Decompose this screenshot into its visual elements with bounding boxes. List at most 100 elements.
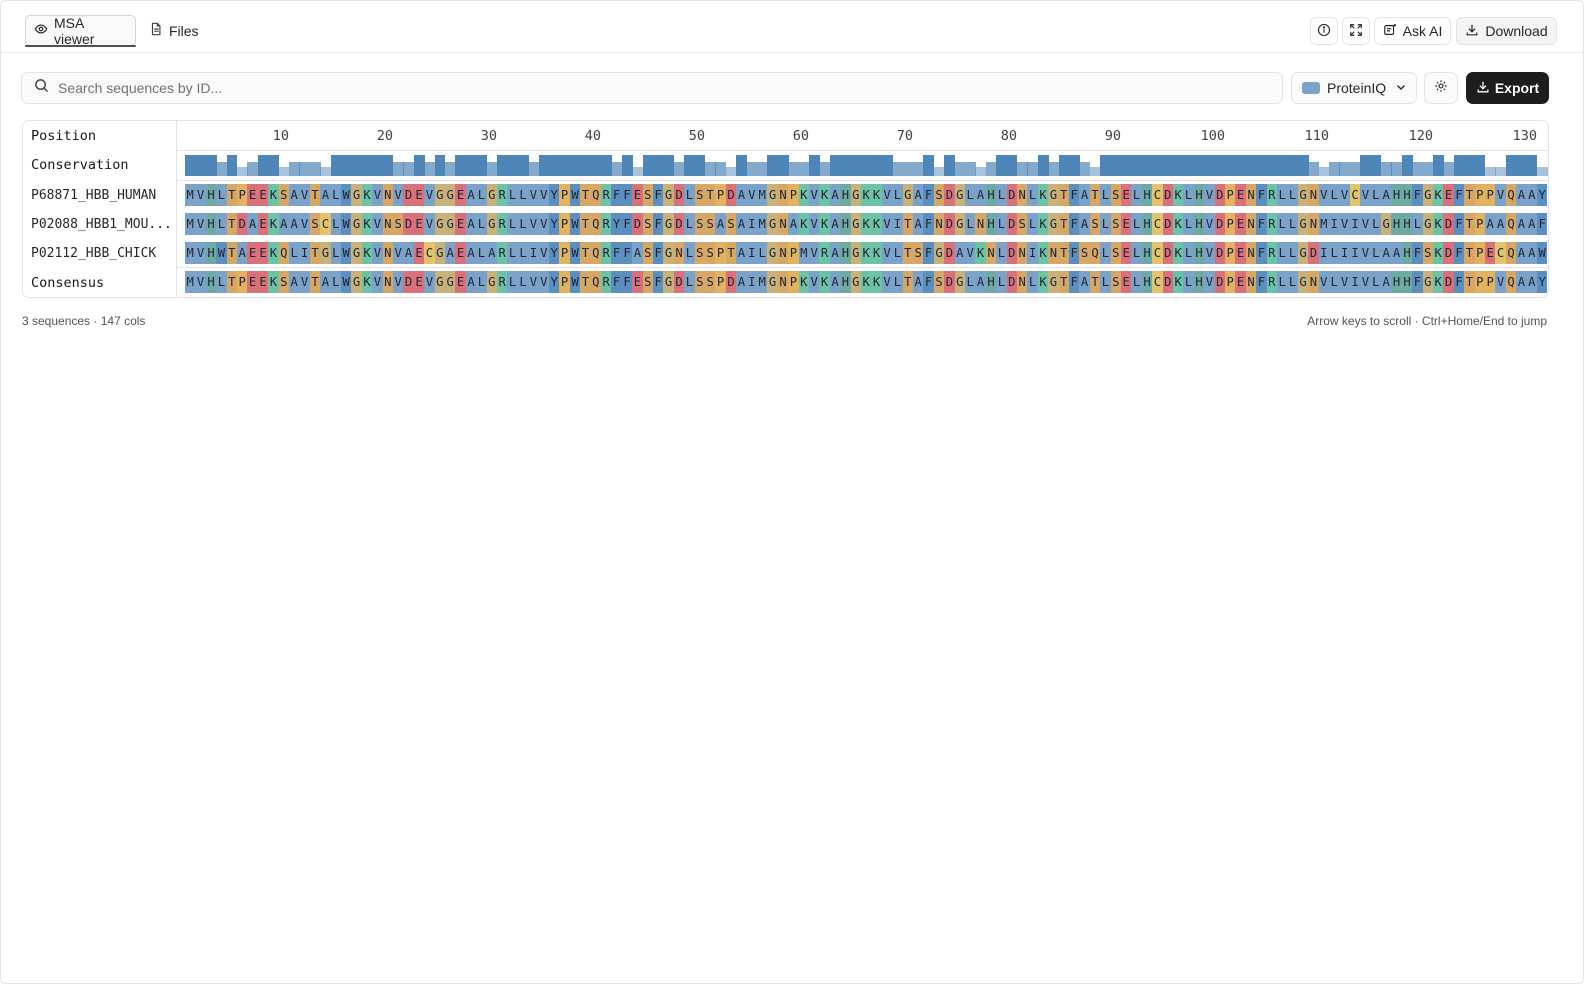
residue-cell[interactable]: G [902, 184, 913, 206]
residue-cell[interactable]: K [268, 213, 279, 235]
residue-cell[interactable]: G [445, 271, 456, 293]
residue-cell[interactable]: F [611, 242, 622, 264]
residue-cell[interactable]: A [403, 242, 414, 264]
residue-cell[interactable]: R [1266, 184, 1277, 206]
residue-cell[interactable]: L [892, 242, 903, 264]
residue-cell[interactable]: V [424, 213, 435, 235]
residue-cell[interactable]: G [434, 271, 445, 293]
residue-cell[interactable]: A [1526, 184, 1537, 206]
residue-cell[interactable]: H [840, 242, 851, 264]
residue-cell[interactable]: F [1412, 271, 1423, 293]
residue-cell[interactable]: I [746, 271, 757, 293]
residue-cell[interactable]: I [1329, 213, 1340, 235]
residue-cell[interactable]: N [382, 184, 393, 206]
residue-cell[interactable]: T [226, 184, 237, 206]
residue-cell[interactable]: L [476, 213, 487, 235]
residue-cell[interactable]: G [1297, 271, 1309, 293]
residue-cell[interactable]: S [393, 213, 404, 235]
residue-cell[interactable]: K [268, 271, 279, 293]
residue-cell[interactable]: I [1349, 271, 1361, 293]
residue-cell[interactable]: L [1183, 184, 1194, 206]
residue-cell[interactable]: T [1464, 184, 1475, 206]
residue-cell[interactable]: G [1297, 213, 1309, 235]
residue-cell[interactable]: S [933, 184, 945, 206]
residue-cell[interactable]: F [621, 242, 633, 264]
residue-cell[interactable]: V [299, 213, 310, 235]
residue-cell[interactable]: S [642, 271, 653, 293]
residue-cell[interactable]: F [1256, 242, 1267, 264]
residue-cell[interactable]: P [715, 271, 726, 293]
residue-cell[interactable]: H [1193, 213, 1205, 235]
residue-cell[interactable]: V [1204, 213, 1215, 235]
residue-cell[interactable]: T [580, 242, 591, 264]
residue-cell[interactable]: A [736, 271, 747, 293]
residue-cell[interactable]: C [1152, 242, 1163, 264]
residue-cell[interactable]: T [1058, 271, 1069, 293]
residue-cell[interactable]: P [559, 184, 570, 206]
residue-cell[interactable]: A [486, 242, 497, 264]
residue-cell[interactable]: G [954, 271, 965, 293]
residue-cell[interactable]: L [517, 184, 529, 206]
sequence-id-label[interactable]: P02112_HBB_CHICK [31, 246, 171, 261]
residue-cell[interactable]: Y [549, 271, 560, 293]
residue-cell[interactable]: D [237, 213, 248, 235]
residue-cell[interactable]: P [559, 271, 570, 293]
residue-cell[interactable]: A [788, 213, 799, 235]
residue-cell[interactable]: W [216, 242, 227, 264]
residue-cell[interactable]: D [1214, 213, 1225, 235]
residue-cell[interactable]: A [913, 271, 924, 293]
residue-cell[interactable]: A [913, 213, 924, 235]
residue-cell[interactable]: G [850, 242, 861, 264]
residue-cell[interactable]: K [861, 184, 872, 206]
residue-cell[interactable]: L [1370, 213, 1381, 235]
residue-cell[interactable]: V [1339, 184, 1350, 206]
residue-cell[interactable]: L [216, 213, 227, 235]
residue-cell[interactable]: F [1069, 184, 1080, 206]
residue-cell[interactable]: T [1464, 271, 1475, 293]
residue-cell[interactable]: V [809, 184, 820, 206]
residue-cell[interactable]: F [1069, 213, 1080, 235]
residue-cell[interactable]: V [372, 242, 383, 264]
residue-cell[interactable]: P [1474, 213, 1485, 235]
residue-cell[interactable]: H [1391, 213, 1402, 235]
residue-cell[interactable]: P [1485, 184, 1496, 206]
residue-cell[interactable]: P [788, 242, 799, 264]
residue-cell[interactable]: L [996, 242, 1007, 264]
residue-cell[interactable]: L [507, 213, 518, 235]
residue-cell[interactable]: G [434, 213, 445, 235]
residue-cell[interactable]: E [455, 271, 466, 293]
residue-cell[interactable]: V [881, 184, 893, 206]
residue-cell[interactable]: D [403, 271, 414, 293]
residue-cell[interactable]: G [850, 184, 861, 206]
residue-cell[interactable]: L [757, 242, 768, 264]
residue-cell[interactable]: I [746, 213, 757, 235]
residue-cell[interactable]: L [965, 271, 976, 293]
residue-cell[interactable]: F [923, 242, 934, 264]
residue-cell[interactable]: P [715, 242, 726, 264]
residue-cell[interactable]: C [1349, 184, 1361, 206]
residue-cell[interactable]: H [1193, 271, 1205, 293]
residue-cell[interactable]: E [257, 213, 269, 235]
residue-cell[interactable]: Q [1505, 213, 1517, 235]
residue-cell[interactable]: L [1100, 242, 1111, 264]
residue-cell[interactable]: S [642, 184, 653, 206]
residue-cell[interactable]: L [1131, 213, 1142, 235]
residue-cell[interactable]: Q [590, 213, 601, 235]
download-button[interactable]: Download [1456, 17, 1557, 45]
residue-cell[interactable]: V [881, 242, 893, 264]
residue-cell[interactable]: S [694, 242, 705, 264]
residue-cell[interactable]: P [1225, 213, 1236, 235]
residue-cell[interactable]: R [1266, 271, 1277, 293]
residue-cell[interactable]: H [1193, 184, 1205, 206]
residue-cell[interactable]: M [757, 213, 768, 235]
residue-cell[interactable]: D [1006, 213, 1017, 235]
residue-cell[interactable]: S [933, 271, 945, 293]
alignment-grid[interactable]: 10 20 30 40 50 60 70 80 90 100 110 120 130 MVHLTPEEK… [185, 121, 1548, 297]
residue-cell[interactable]: G [663, 184, 674, 206]
residue-cell[interactable]: F [653, 213, 664, 235]
residue-cell[interactable]: I [299, 242, 310, 264]
residue-cell[interactable]: L [507, 242, 518, 264]
residue-cell[interactable]: H [205, 184, 217, 206]
residue-cell[interactable]: T [580, 213, 591, 235]
residue-cell[interactable]: D [673, 213, 685, 235]
